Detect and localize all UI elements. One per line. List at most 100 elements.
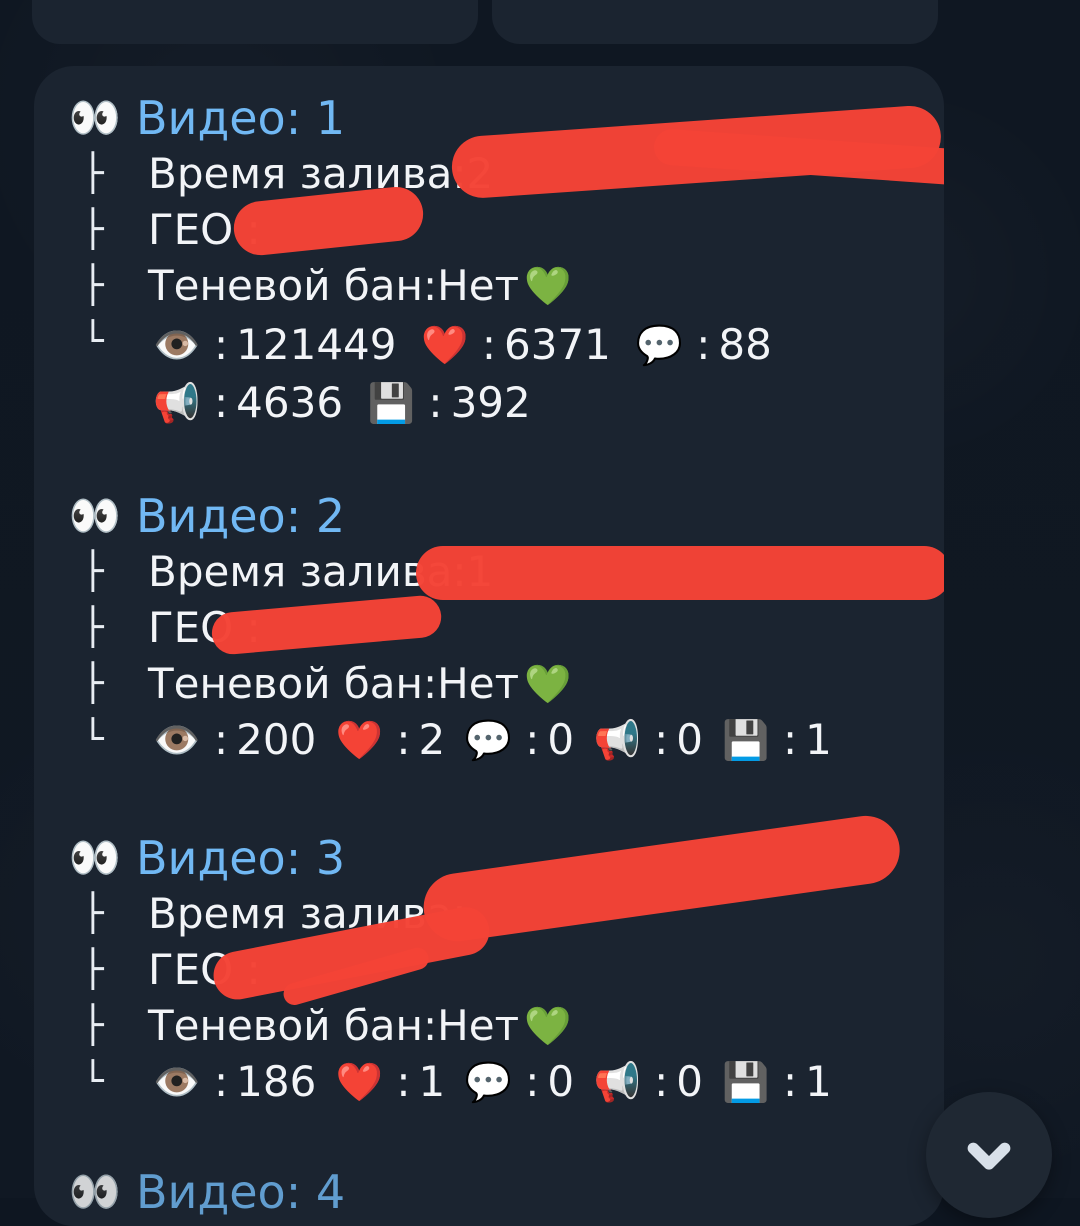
comments-metric: 💬 : 0 [459, 712, 575, 768]
eyes-icon: 👀 [68, 833, 122, 882]
metric-separator: : [525, 1057, 540, 1106]
megaphone-icon: 📢 [593, 1060, 641, 1104]
metric-separator: : [654, 715, 669, 764]
shares-value: 0 [676, 715, 703, 764]
shadowban-value: Нет [437, 1001, 520, 1050]
previous-message-right [492, 0, 938, 44]
metric-separator: : [428, 378, 443, 427]
likes-metric: ❤️ : 2 [330, 712, 446, 768]
metrics-list: 👁️ : 200 ❤️ : 2 💬 : 0 📢 : 0 💾: 1 [148, 712, 838, 768]
green-heart-icon: 💚 [524, 662, 572, 706]
metric-separator: : [696, 319, 711, 369]
shadowban-value: Нет [437, 659, 520, 708]
previous-message-left [32, 0, 478, 44]
shares-metric: 📢 : 0 [588, 712, 703, 768]
eyes-icon: 👀 [68, 491, 122, 540]
tree-branch: ├ [82, 153, 104, 194]
metric-separator: : [396, 1057, 411, 1106]
megaphone-icon: 📢 [593, 718, 641, 762]
floppy-disk-icon: 💾 [722, 718, 770, 762]
views-metric: 👁️ : 186 [148, 1054, 316, 1110]
tree-branch: ├ [82, 949, 104, 990]
metrics-row: └ 👁️ : 200 ❤️ : 2 💬 : 0 📢: 0 💾: 1 [66, 712, 886, 768]
views-value: 186 [236, 1057, 317, 1106]
saves-value: 1 [805, 1057, 832, 1106]
metrics-row: └ 👁️ : 186 ❤️ : 1 💬 : 0 📢: 0 💾: 1 [66, 1054, 886, 1110]
shares-metric: 📢 : 4636 [148, 375, 343, 431]
video-title-row: 👀 Видео: 2 [66, 488, 886, 544]
tree-branch: ├ [82, 551, 104, 592]
redaction-mark [416, 546, 944, 600]
comments-metric: 💬 : 0 [459, 1054, 575, 1110]
comments-value: 88 [718, 319, 772, 369]
tree-branch: ├ [82, 209, 104, 250]
metrics-list: 👁️ : 186 ❤️ : 1 💬 : 0 📢 : 0 💾: 1 [148, 1054, 838, 1110]
shadowban-label: Теневой бан: [148, 1001, 438, 1050]
saves-metric: 💾 : 1 [717, 712, 832, 768]
metric-separator: : [214, 715, 229, 764]
eye-icon: 👁️ [153, 1060, 201, 1104]
likes-metric: ❤️ : 1 [330, 1054, 446, 1110]
chevron-down-icon [967, 1142, 1011, 1170]
likes-value: 1 [418, 1057, 446, 1106]
green-heart-icon: 💚 [524, 264, 572, 308]
comments-value: 0 [547, 1057, 575, 1106]
video-title: Видео: 3 [136, 831, 346, 885]
tree-branch: ├ [82, 1005, 104, 1046]
video-title-row: 👀 Видео: 4 [66, 1164, 886, 1220]
shares-metric: 📢 : 0 [588, 1054, 703, 1110]
metrics-list: 👁️ : 121449 ❤️ : 6371 💬 : 88 📢 : 4636 💾 … [148, 314, 886, 431]
shadowban-row: ├ Теневой бан: Нет 💚 [66, 656, 886, 712]
upload-time-label: Время залива: [148, 149, 467, 198]
shares-value: 4636 [236, 378, 344, 427]
video-title: Видео: 4 [136, 1165, 346, 1219]
tree-branch-last: └ [82, 1061, 104, 1102]
views-value: 121449 [236, 319, 397, 369]
tree-branch-last: └ [82, 321, 104, 362]
floppy-disk-icon: 💾 [722, 1060, 770, 1104]
shadowban-row: ├ Теневой бан: Нет 💚 [66, 998, 886, 1054]
heart-icon: ❤️ [335, 1060, 383, 1104]
tree-branch: ├ [82, 607, 104, 648]
tree-branch: ├ [82, 893, 104, 934]
metric-separator: : [214, 1057, 229, 1106]
metric-separator: : [214, 378, 229, 427]
shadowban-label: Теневой бан: [148, 261, 438, 310]
floppy-disk-icon: 💾 [367, 381, 416, 425]
shadowban-row: ├ Теневой бан: Нет 💚 [66, 258, 886, 314]
metrics-row: └ 👁️ : 121449 ❤️ : 6371 💬 : 88 📢: 4636 … [66, 314, 886, 428]
shadowban-value: Нет [437, 261, 520, 310]
speech-bubble-icon: 💬 [464, 718, 512, 762]
saves-value: 1 [805, 715, 832, 764]
tree-branch-last: └ [82, 719, 104, 760]
tree-branch: ├ [82, 265, 104, 306]
views-value: 200 [236, 715, 317, 764]
views-metric: 👁️ : 200 [148, 712, 316, 768]
metric-separator: : [654, 1057, 669, 1106]
previous-message-strip [32, 0, 938, 44]
metric-separator: : [396, 715, 411, 764]
geo-row: ├ ГЕО : [66, 600, 886, 656]
likes-value: 2 [418, 715, 446, 764]
comments-value: 0 [547, 715, 575, 764]
likes-metric: ❤️ : 6371 [416, 317, 611, 373]
metric-separator: : [783, 1057, 798, 1106]
saves-metric: 💾 : 392 [362, 375, 531, 431]
likes-value: 6371 [504, 319, 611, 369]
comments-metric: 💬 : 88 [630, 317, 772, 373]
saves-metric: 💾 : 1 [717, 1054, 832, 1110]
video-title: Видео: 2 [136, 489, 346, 543]
heart-icon: ❤️ [335, 718, 383, 762]
eye-icon: 👁️ [153, 322, 201, 367]
eyes-icon: 👀 [68, 1167, 122, 1216]
scroll-down-button[interactable] [926, 1092, 1052, 1218]
message-bubble: 👀 Видео: 1 ├ Время залива: 2 ├ ГЕО : ├ Т… [34, 66, 944, 1226]
metric-separator: : [783, 715, 798, 764]
eyes-icon: 👀 [68, 93, 122, 142]
tree-branch: ├ [82, 663, 104, 704]
heart-icon: ❤️ [421, 322, 469, 367]
metric-separator: : [214, 319, 229, 369]
metric-separator: : [525, 715, 540, 764]
shares-value: 0 [676, 1057, 703, 1106]
views-metric: 👁️ : 121449 [148, 317, 397, 373]
